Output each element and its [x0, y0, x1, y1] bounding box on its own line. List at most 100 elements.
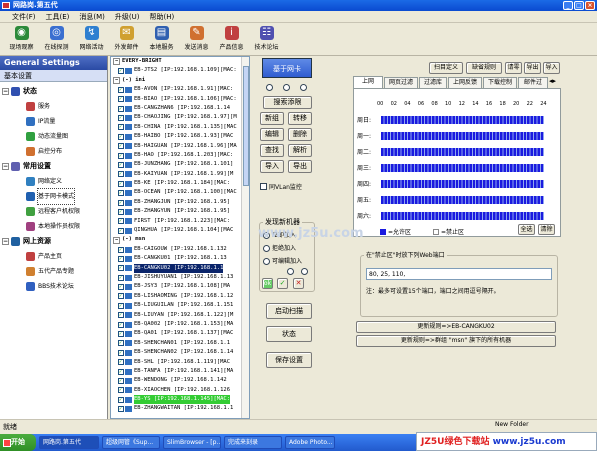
right-import-button[interactable]: 导入 [543, 62, 560, 74]
machine-row[interactable]: ✓ EB-XIAOCHEN [IP:192.168.1.126 [111, 386, 249, 395]
day-schedule-row[interactable] [381, 180, 544, 188]
machine-row[interactable]: ✓ EB-CHINA [IP:192.168.1.135][MAC [111, 123, 249, 132]
machine-list[interactable]: − EVERY-BRIGHT ✓ EB-JTS2 [IP:192.168.1.109]… [110, 56, 250, 419]
custom-define-button[interactable]: 扫目定义 [429, 62, 463, 74]
machine-checkbox[interactable]: ✓ [118, 340, 124, 347]
machine-checkbox[interactable]: ✓ [118, 68, 124, 75]
taskbar-item-slimbrowser[interactable]: SlimBrowser - [p... [163, 436, 221, 449]
machine-row[interactable]: ✓ EB-YS [IP:192.168.1.145][MAC: [111, 395, 249, 405]
machine-checkbox[interactable]: ✓ [118, 246, 124, 253]
day-schedule-row[interactable] [381, 196, 544, 204]
machine-checkbox[interactable]: ✓ [118, 105, 124, 112]
day-schedule-row[interactable] [381, 148, 544, 156]
toolbar-button-2[interactable]: ↯ 网络活动 [74, 23, 109, 56]
export-button[interactable]: 导出 [288, 160, 312, 173]
collapse-icon[interactable]: − [2, 238, 9, 245]
nic-mode-button[interactable]: 基于网卡 [262, 58, 312, 78]
machine-row[interactable]: ✓ EB-SHL [IP:192.168.1.119][MAC [111, 358, 249, 367]
tab-scroll-arrows[interactable]: ◂▸ [549, 77, 556, 85]
machine-checkbox[interactable]: ✓ [118, 161, 124, 168]
clear-button[interactable]: 清除 [538, 224, 555, 235]
find-button[interactable]: 查找 [260, 144, 284, 157]
machine-row[interactable]: ✓ EB-JTS2 [IP:192.168.1.109][MAC: [111, 66, 249, 75]
start-scan-button[interactable]: 启动扫描 [266, 303, 312, 319]
vlan-checkbox[interactable] [260, 182, 267, 190]
toolbar-button-4[interactable]: ▤ 本地服务 [144, 23, 179, 56]
machine-checkbox[interactable]: ✓ [118, 284, 124, 291]
machine-checkbox[interactable]: ✓ [118, 171, 124, 178]
clear-zero-button[interactable]: 请零 [505, 62, 522, 74]
toolbar-button-7[interactable]: ☷ 技术论坛 [249, 23, 284, 56]
toolbar-button-5[interactable]: ✎ 发送消息 [179, 23, 214, 56]
menu-upgrade[interactable]: 升级(U) [111, 11, 144, 22]
machine-group[interactable]: − (-) msn [111, 235, 249, 244]
menu-tools[interactable]: 工具(E) [42, 11, 74, 22]
tree-item[interactable]: 远程客户机权限 [2, 204, 107, 219]
machine-row[interactable]: ✓ EB-HAIBO [IP:192.168.1.93][MAC [111, 132, 249, 141]
machine-checkbox[interactable]: ✓ [118, 133, 124, 140]
machine-row[interactable]: ✓ EB-QA002 [IP:192.168.1.153][MA [111, 320, 249, 329]
tab-internet[interactable]: 上网 [353, 76, 383, 88]
close-button[interactable]: × [585, 1, 595, 10]
day-schedule-row[interactable] [381, 212, 544, 220]
machine-row[interactable]: ✓ EB-ZHANGYUN [IP:192.168.1.95] [111, 207, 249, 216]
machine-checkbox[interactable]: ✓ [118, 321, 124, 328]
machine-checkbox[interactable]: ✓ [118, 274, 124, 281]
machine-row[interactable]: ✓ FIRST [IP:192.168.1.223][MAC: [111, 217, 249, 226]
machine-row[interactable]: ✓ EB-CHAOJING [IP:192.168.1.97][M [111, 113, 249, 122]
machine-row[interactable]: ✓ EB-HAO [IP:192.168.1.203][MAC: [111, 151, 249, 160]
machine-checkbox[interactable]: ✓ [118, 377, 124, 384]
toolbar-button-6[interactable]: i 产品信息 [214, 23, 249, 56]
new-group-button[interactable]: 新组 [260, 112, 284, 125]
update-rules-button[interactable]: 更新规则=>EB-CANGKU02 [356, 321, 556, 333]
machine-row[interactable]: ✓ EB-OCEAN [IP:192.168.1.100][MAC [111, 188, 249, 197]
machine-checkbox[interactable]: ✓ [118, 152, 124, 159]
machine-row[interactable]: ✓ EB-CANGZHAN6 [IP:192.168.1.14 [111, 104, 249, 113]
machine-checkbox[interactable]: ✓ [118, 199, 124, 206]
cancel-icon[interactable]: ✕ [293, 278, 304, 289]
machine-row[interactable]: ✓ EB-ZHANGJUN [IP:192.168.1.95] [111, 198, 249, 207]
status-button[interactable]: 状态 [266, 326, 312, 342]
group-toggle-icon[interactable]: − [113, 76, 120, 84]
group-toggle-icon[interactable]: − [113, 58, 120, 66]
delete-button[interactable]: 删除 [288, 128, 312, 141]
machine-checkbox[interactable]: ✓ [118, 293, 124, 300]
radio-c[interactable] [300, 84, 307, 91]
machine-checkbox[interactable]: ✓ [118, 349, 124, 356]
tab-download[interactable]: 下载控制 [483, 77, 517, 88]
group-toggle-icon[interactable]: − [113, 236, 120, 244]
machine-checkbox[interactable]: ✓ [118, 227, 124, 234]
machine-list-scrollbar[interactable] [241, 57, 249, 418]
radio-a[interactable] [266, 84, 273, 91]
machine-row[interactable]: ✓ EB-SHENCHAN02 [IP:192.168.1.14 [111, 348, 249, 357]
machine-checkbox[interactable]: ✓ [118, 190, 124, 197]
machine-row[interactable]: ✓ EB-SHENCHAN01 [IP:192.168.1.1 [111, 339, 249, 348]
tree-item[interactable]: IP流量 [2, 114, 107, 129]
ok-icon[interactable]: ✓ [277, 278, 288, 289]
machine-checkbox[interactable]: ✓ [118, 312, 124, 319]
tab-mail[interactable]: 邮件过 [518, 77, 548, 88]
taskbar-item-burn[interactable]: 完成来刻录 [224, 436, 282, 449]
machine-row[interactable]: ✓ EB-CANGKU01 [IP:192.168.1.13 [111, 254, 249, 263]
tree-item[interactable]: 启控分布 [2, 144, 107, 159]
machine-row[interactable]: ✓ EB-TANFA [IP:192.168.1.141][MA [111, 367, 249, 376]
machine-checkbox[interactable]: ✓ [118, 96, 124, 103]
machine-checkbox[interactable]: ✓ [118, 208, 124, 215]
tree-item[interactable]: 服务 [2, 99, 107, 114]
machine-checkbox[interactable]: ✓ [118, 124, 124, 131]
day-schedule-row[interactable] [381, 164, 544, 172]
tree-group[interactable]: − 网上资源 [2, 234, 107, 249]
save-settings-button[interactable]: 保存设置 [266, 352, 312, 368]
tab-web-filter[interactable]: 网页过滤 [384, 77, 418, 88]
collapse-icon[interactable]: − [2, 163, 9, 170]
machine-row[interactable]: ✓ EB-BIAO [IP:192.168.1.106][MAC: [111, 95, 249, 104]
machine-checkbox[interactable]: ✓ [118, 406, 124, 413]
machine-row[interactable]: ✓ EB-KE [IP:192.168.1.184][MAC: [111, 179, 249, 188]
radio-b[interactable] [283, 84, 290, 91]
machine-checkbox[interactable]: ✓ [118, 143, 124, 150]
machine-row[interactable]: ✓ EB-KAIYUAN [IP:192.168.1.99][M [111, 170, 249, 179]
select-all-button[interactable]: 全选 [518, 224, 535, 235]
taskbar-item-photoshop[interactable]: Adobe Photo... [285, 436, 335, 449]
machine-checkbox[interactable]: ✓ [118, 396, 124, 403]
discover-edit-radio[interactable] [263, 258, 270, 265]
